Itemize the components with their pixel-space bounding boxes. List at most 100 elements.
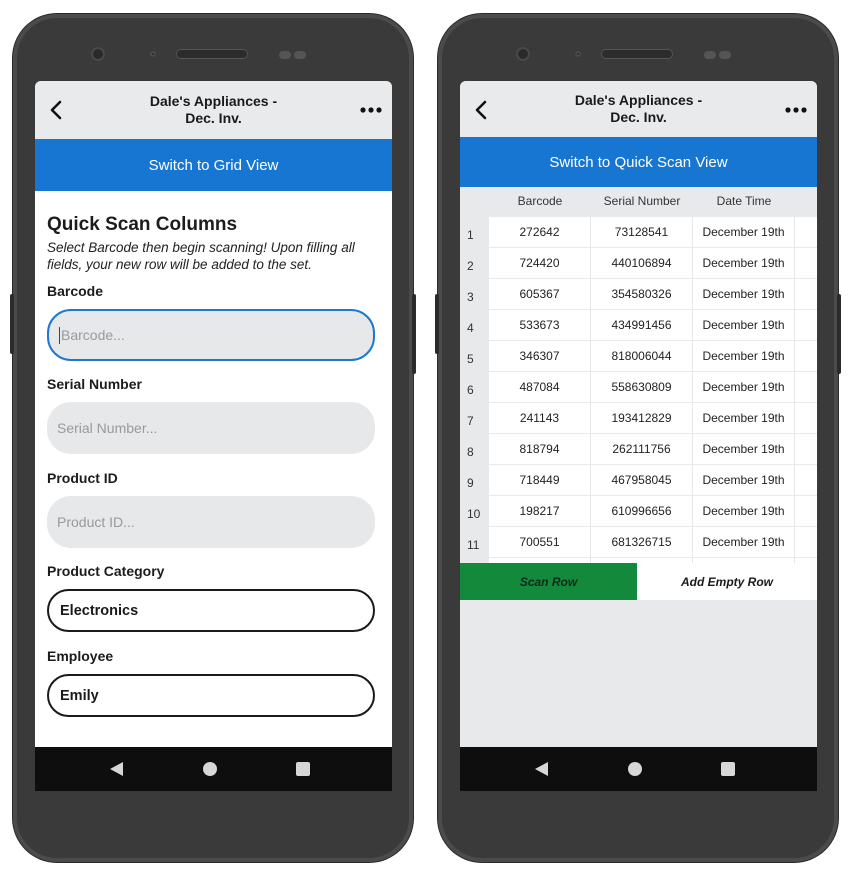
serial-number-cell[interactable]: 818006044 xyxy=(591,341,693,371)
table-row[interactable]: 1 272642 73128541 December 19th xyxy=(460,217,817,247)
barcode-cell[interactable]: 198217 xyxy=(489,496,591,526)
table-row[interactable]: 11 700551 681326715 December 19th xyxy=(460,527,817,557)
column-header[interactable]: Serial Number xyxy=(591,194,693,208)
employee-select[interactable]: Emily xyxy=(47,674,375,717)
barcode-cell[interactable]: 818794 xyxy=(489,434,591,464)
table-row[interactable]: 8 818794 262111756 December 19th xyxy=(460,434,817,464)
nav-back-icon[interactable] xyxy=(535,762,548,776)
switch-view-button[interactable]: Switch to Quick Scan View xyxy=(460,137,817,187)
nav-back-icon[interactable] xyxy=(110,762,123,776)
sensor-icon xyxy=(150,51,156,57)
column-header[interactable]: Date Time xyxy=(693,194,795,208)
date-time-cell[interactable]: December 19th xyxy=(693,496,795,526)
date-time-cell[interactable]: December 19th xyxy=(693,279,795,309)
date-time-cell[interactable]: December 19th xyxy=(693,527,795,557)
overflow-cell[interactable] xyxy=(795,434,817,464)
barcode-cell[interactable]: 346307 xyxy=(489,341,591,371)
serial-number-cell[interactable]: 434991456 xyxy=(591,310,693,340)
table-row[interactable]: 10 198217 610996656 December 19th xyxy=(460,496,817,526)
serial-number-cell[interactable]: 681326715 xyxy=(591,527,693,557)
table-row[interactable]: 6 487084 558630809 December 19th xyxy=(460,372,817,402)
back-chevron-icon[interactable] xyxy=(47,99,67,121)
serial-number-cell[interactable]: 73128541 xyxy=(591,217,693,247)
date-time-cell[interactable]: December 19th xyxy=(693,217,795,247)
barcode-cell[interactable]: 487084 xyxy=(489,372,591,402)
date-time-cell[interactable]: December 19th xyxy=(693,403,795,433)
serial-number-cell[interactable]: 558630809 xyxy=(591,372,693,402)
nav-home-icon[interactable] xyxy=(628,762,642,776)
overflow-cell[interactable] xyxy=(795,372,817,402)
row-number: 6 xyxy=(460,372,489,402)
barcode-cell[interactable]: 533673 xyxy=(489,310,591,340)
sensor-icon xyxy=(294,51,306,59)
barcode-input[interactable]: Barcode... xyxy=(47,309,375,361)
table-row[interactable]: 7 241143 193412829 December 19th xyxy=(460,403,817,433)
overflow-cell[interactable] xyxy=(795,403,817,433)
form-subtitle: Select Barcode then begin scanning! Upon… xyxy=(47,240,355,272)
row-number: 2 xyxy=(460,248,489,278)
add-empty-row-button[interactable]: Add Empty Row xyxy=(637,563,817,600)
overflow-cell[interactable] xyxy=(795,341,817,371)
page-title: Dale's Appliances - Dec. Inv. xyxy=(115,93,312,127)
screen: Dale's Appliances - Dec. Inv. Switch to … xyxy=(35,81,392,791)
barcode-cell[interactable]: 724420 xyxy=(489,248,591,278)
serial-number-cell[interactable]: 610996656 xyxy=(591,496,693,526)
overflow-cell[interactable] xyxy=(795,248,817,278)
speaker-grille xyxy=(601,49,673,59)
text-caret xyxy=(59,326,60,344)
overflow-cell[interactable] xyxy=(795,310,817,340)
nav-home-icon[interactable] xyxy=(203,762,217,776)
serial-number-cell[interactable]: 467958045 xyxy=(591,465,693,495)
product-id-input[interactable]: Product ID... xyxy=(47,496,375,548)
scan-row-button[interactable]: Scan Row xyxy=(460,563,637,600)
overflow-cell[interactable] xyxy=(795,217,817,247)
barcode-cell[interactable]: 700551 xyxy=(489,527,591,557)
serial-number-cell[interactable]: 262111756 xyxy=(591,434,693,464)
app-bar: Dale's Appliances - Dec. Inv. xyxy=(35,81,392,139)
date-time-cell[interactable]: December 19th xyxy=(693,372,795,402)
serial-number-cell[interactable]: 193412829 xyxy=(591,403,693,433)
sensor-icon xyxy=(575,51,581,57)
date-time-cell[interactable]: December 19th xyxy=(693,434,795,464)
product-category-select[interactable]: Electronics xyxy=(47,589,375,632)
overflow-cell[interactable] xyxy=(795,527,817,557)
date-time-cell[interactable]: December 19th xyxy=(693,341,795,371)
barcode-label: Barcode xyxy=(47,283,104,299)
title-line: Dale's Appliances - xyxy=(574,92,703,108)
serial-number-input[interactable]: Serial Number... xyxy=(47,402,375,454)
switch-view-button[interactable]: Switch to Grid View xyxy=(35,139,392,191)
date-time-cell[interactable]: December 19th xyxy=(693,248,795,278)
table-row[interactable]: 5 346307 818006044 December 19th xyxy=(460,341,817,371)
title-line: Dec. Inv. xyxy=(610,109,667,125)
row-number: 11 xyxy=(460,527,489,557)
barcode-cell[interactable]: 718449 xyxy=(489,465,591,495)
barcode-cell[interactable]: 272642 xyxy=(489,217,591,247)
barcode-cell[interactable]: 241143 xyxy=(489,403,591,433)
table-row[interactable]: 3 605367 354580326 December 19th xyxy=(460,279,817,309)
date-time-cell[interactable]: December 19th xyxy=(693,465,795,495)
table-row[interactable]: 4 533673 434991456 December 19th xyxy=(460,310,817,340)
table-row[interactable]: 9 718449 467958045 December 19th xyxy=(460,465,817,495)
nav-recent-icon[interactable] xyxy=(721,762,735,776)
overflow-cell[interactable] xyxy=(795,279,817,309)
serial-number-cell[interactable]: 440106894 xyxy=(591,248,693,278)
more-dots-icon[interactable] xyxy=(785,107,807,113)
serial-placeholder: Serial Number... xyxy=(57,420,158,436)
column-header[interactable]: Barcode xyxy=(489,194,591,208)
row-number: 5 xyxy=(460,341,489,371)
more-dots-icon[interactable] xyxy=(360,107,382,113)
barcode-cell[interactable]: 605367 xyxy=(489,279,591,309)
sensor-icon xyxy=(719,51,731,59)
back-chevron-icon[interactable] xyxy=(472,99,492,121)
phone-right: Dale's Appliances - Dec. Inv. Switch to … xyxy=(435,14,841,862)
title-line: Dec. Inv. xyxy=(185,110,242,126)
grid-body: 1 272642 73128541 December 19th 2 724420 44010… xyxy=(460,217,817,563)
table-row[interactable]: 2 724420 440106894 December 19th xyxy=(460,248,817,278)
nav-recent-icon[interactable] xyxy=(296,762,310,776)
speaker-grille xyxy=(176,49,248,59)
overflow-cell[interactable] xyxy=(795,465,817,495)
product-id-placeholder: Product ID... xyxy=(57,514,135,530)
overflow-cell[interactable] xyxy=(795,496,817,526)
serial-number-cell[interactable]: 354580326 xyxy=(591,279,693,309)
date-time-cell[interactable]: December 19th xyxy=(693,310,795,340)
